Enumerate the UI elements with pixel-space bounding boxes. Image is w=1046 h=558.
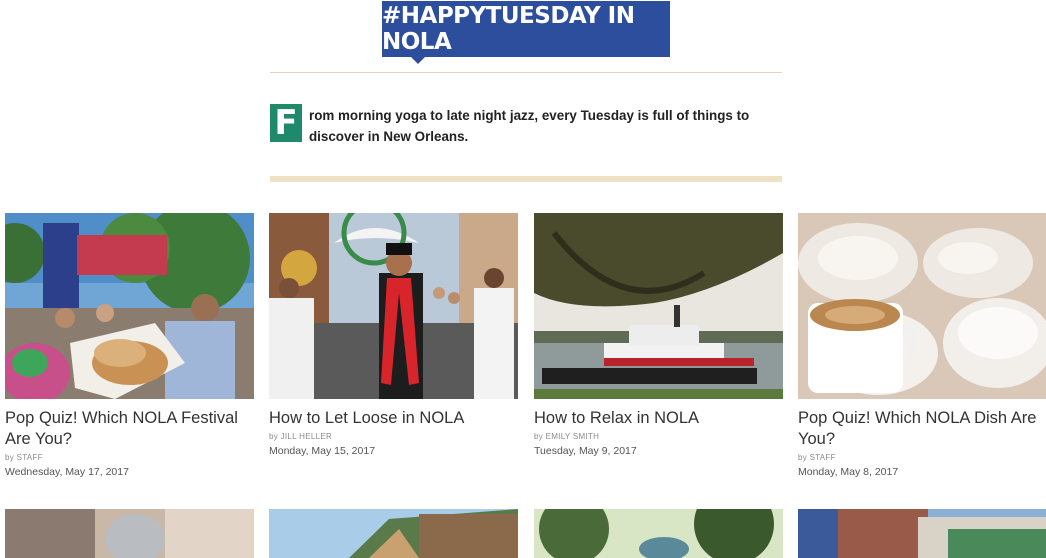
article-card[interactable]: How to Relax in NOLA by EMILY SMITH Tues… [534, 213, 783, 457]
article-image-festival[interactable] [5, 213, 254, 399]
article-title[interactable]: Pop Quiz! Which NOLA Dish Are You? [798, 408, 1046, 450]
article-image-next-2[interactable] [269, 509, 518, 558]
article-byline: by EMILY SMITH [534, 432, 600, 441]
banner-pointer [411, 57, 425, 64]
article-byline: by STAFF [798, 453, 836, 462]
article-title[interactable]: How to Relax in NOLA [534, 408, 783, 429]
article-image-tugboat[interactable] [534, 213, 783, 399]
banner-title: #HAPPYTUESDAY IN NOLA [382, 3, 635, 55]
article-title[interactable]: Pop Quiz! Which NOLA Festival Are You? [5, 408, 254, 450]
article-image-next-1[interactable] [5, 509, 254, 558]
article-byline: by STAFF [5, 453, 43, 462]
intro-text: rom morning yoga to late night jazz, eve… [309, 108, 750, 144]
article-date: Tuesday, May 9, 2017 [534, 445, 637, 457]
article-date: Monday, May 15, 2017 [269, 445, 376, 457]
article-byline: by JILL HELLER [269, 432, 333, 441]
article-image-next-3[interactable] [534, 509, 783, 558]
article-card[interactable]: Pop Quiz! Which NOLA Dish Are You? by ST… [798, 213, 1046, 478]
article-title[interactable]: How to Let Loose in NOLA [269, 408, 518, 429]
article-card[interactable]: How to Let Loose in NOLA by JILL HELLER … [269, 213, 518, 457]
section-banner: #HAPPYTUESDAY IN NOLA [382, 1, 670, 57]
article-card[interactable]: Pop Quiz! Which NOLA Festival Are You? b… [5, 213, 254, 478]
article-image-beignets[interactable] [798, 213, 1046, 399]
divider-bottom [270, 176, 782, 182]
article-image-next-4[interactable] [798, 509, 1046, 558]
article-date: Wednesday, May 17, 2017 [5, 466, 129, 478]
article-date: Monday, May 8, 2017 [798, 466, 899, 478]
drop-cap: F [270, 104, 302, 142]
article-image-parade[interactable] [269, 213, 518, 399]
divider-top [270, 72, 782, 73]
